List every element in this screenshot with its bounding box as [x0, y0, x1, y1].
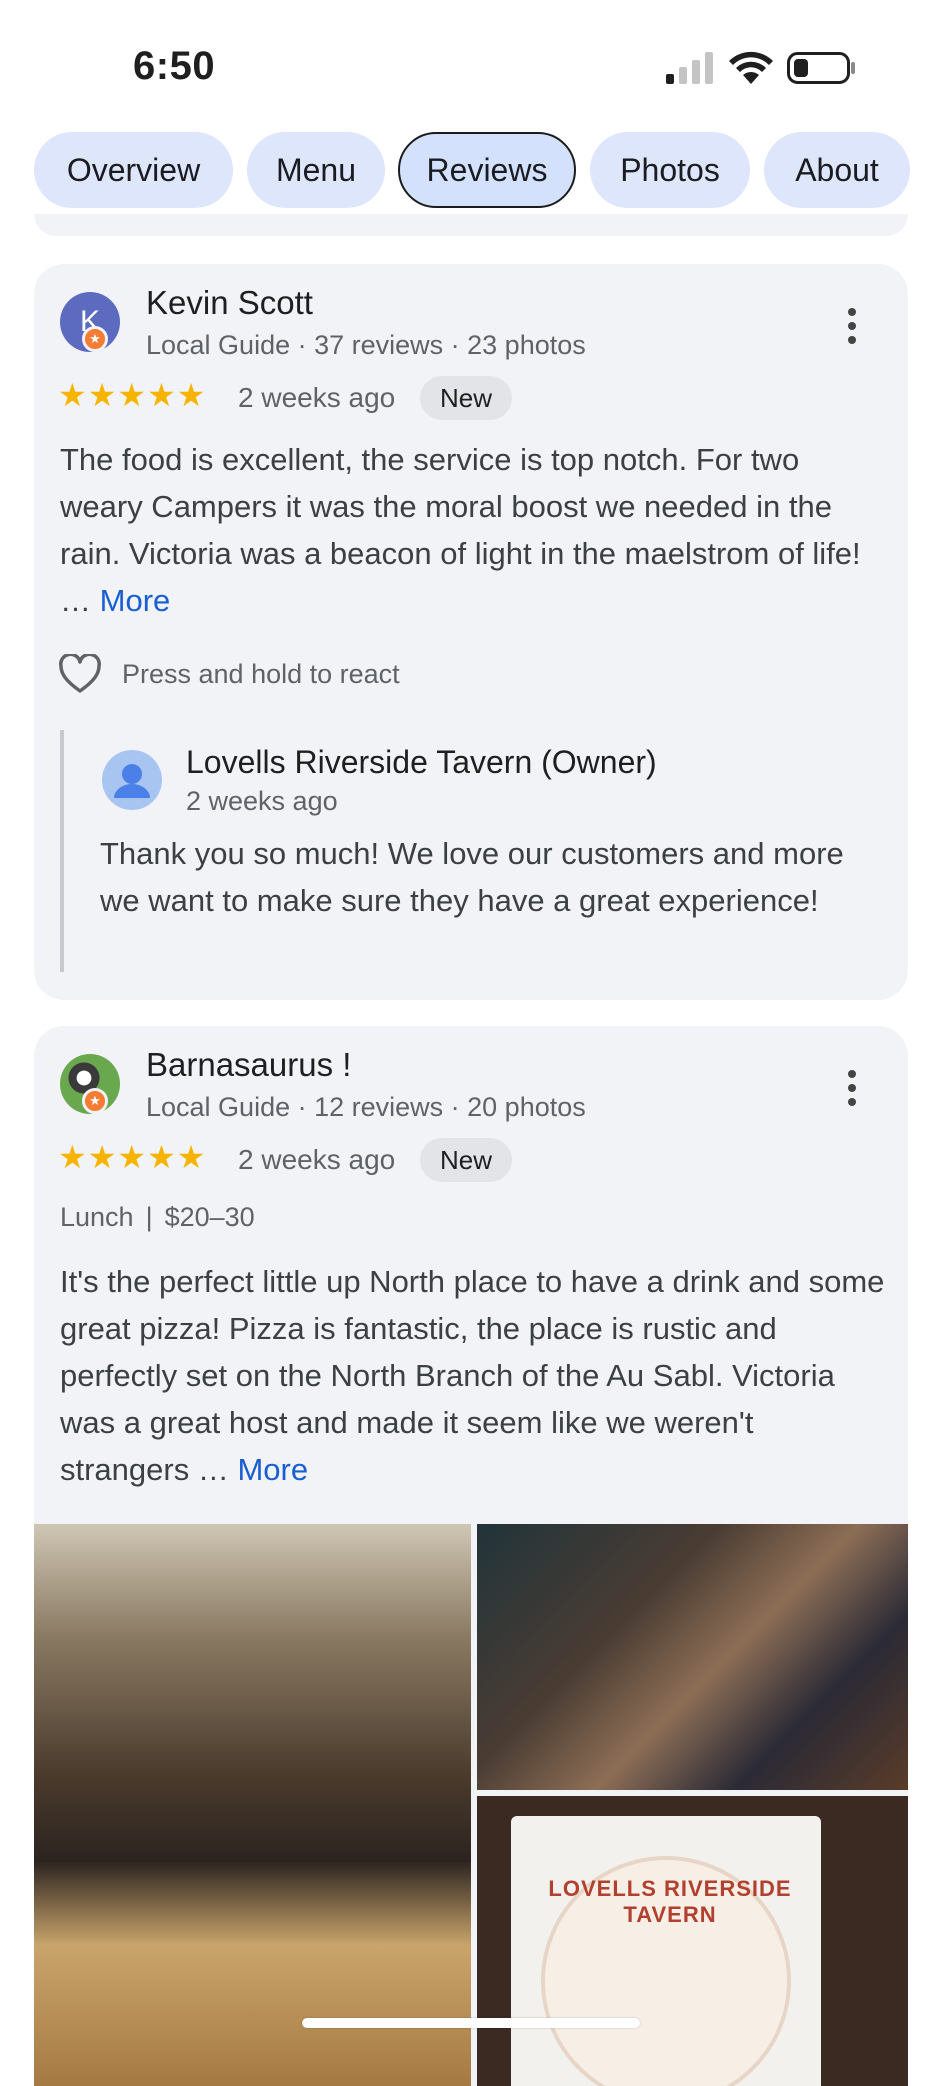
- star-rating: ★★★★★: [58, 1139, 207, 1175]
- reviewer-name[interactable]: Barnasaurus !: [146, 1046, 351, 1084]
- price-range: $20–30: [164, 1202, 255, 1232]
- owner-name: Lovells Riverside Tavern (Owner): [186, 744, 657, 780]
- status-time: 6:50: [133, 44, 216, 88]
- review-body: The food is excellent, the service is to…: [60, 442, 861, 618]
- review-text: The food is excellent, the service is to…: [60, 436, 890, 624]
- review-time: 2 weeks ago: [238, 1144, 396, 1175]
- previous-card-edge: [34, 214, 908, 236]
- new-badge: New: [420, 1138, 513, 1182]
- status-bar: 6:50: [0, 0, 943, 120]
- more-link[interactable]: More: [100, 583, 171, 618]
- review-card: ★ Barnasaurus ! Local Guide · 12 reviews…: [34, 1026, 908, 2086]
- local-guide-badge-icon: ★: [82, 1088, 108, 1114]
- owner-reply-text: Thank you so much! We love our customers…: [100, 836, 844, 918]
- review-photo[interactable]: [34, 1524, 471, 2086]
- heart-icon[interactable]: [58, 654, 102, 694]
- more-options-icon[interactable]: [844, 308, 860, 352]
- review-body: It's the perfect little up North place t…: [60, 1264, 885, 1487]
- review-time: 2 weeks ago: [238, 382, 396, 413]
- reviewer-name[interactable]: Kevin Scott: [146, 284, 313, 322]
- home-indicator[interactable]: [302, 2018, 640, 2028]
- more-link[interactable]: More: [237, 1452, 308, 1487]
- owner-reply: Lovells Riverside Tavern (Owner) 2 weeks…: [60, 730, 880, 972]
- tab-reviews[interactable]: Reviews: [398, 132, 576, 208]
- tab-about[interactable]: About: [764, 132, 910, 208]
- star-rating: ★★★★★: [58, 377, 207, 413]
- more-options-icon[interactable]: [844, 1070, 860, 1114]
- review-card: K ★ Kevin Scott Local Guide · 37 reviews…: [34, 264, 908, 1000]
- review-photo[interactable]: [477, 1524, 908, 1790]
- new-badge: New: [420, 376, 513, 420]
- react-hint: Press and hold to react: [122, 658, 400, 689]
- wifi-icon: [729, 51, 773, 84]
- visit-info: Lunch | $20–30: [60, 1202, 255, 1233]
- visit-separator: |: [145, 1202, 153, 1232]
- sticker-text: LOVELLS RIVERSIDE TAVERN: [548, 1876, 792, 1927]
- owner-reply-time: 2 weeks ago: [186, 786, 338, 816]
- battery-icon: [787, 52, 855, 84]
- tab-menu[interactable]: Menu: [247, 132, 385, 208]
- review-photo[interactable]: LOVELLS RIVERSIDE TAVERN: [477, 1796, 908, 2086]
- react-row[interactable]: Press and hold to react: [58, 652, 400, 696]
- review-photos: LOVELLS RIVERSIDE TAVERN: [34, 1524, 908, 2086]
- tab-photos[interactable]: Photos: [590, 132, 750, 208]
- tab-overview[interactable]: Overview: [34, 132, 233, 208]
- meal-type: Lunch: [60, 1202, 134, 1232]
- reviewer-meta: Local Guide · 37 reviews · 23 photos: [146, 330, 586, 360]
- cellular-signal-icon: [666, 52, 713, 84]
- review-text: It's the perfect little up North place t…: [60, 1258, 890, 1493]
- tavern-sticker: LOVELLS RIVERSIDE TAVERN: [511, 1816, 821, 2086]
- local-guide-badge-icon: ★: [82, 326, 108, 352]
- reviewer-meta: Local Guide · 12 reviews · 20 photos: [146, 1092, 586, 1122]
- owner-avatar-person-icon: [102, 750, 162, 810]
